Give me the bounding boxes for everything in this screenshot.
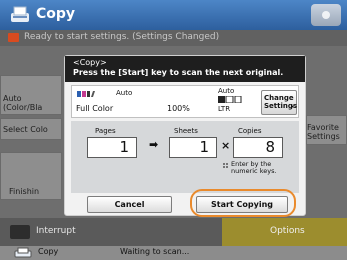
copy-status-icon: [14, 247, 32, 258]
bottom-status-bar: Copy Waiting to scan...: [0, 246, 347, 260]
select-color-tile[interactable]: Select Colo: [0, 118, 62, 140]
copy-app-icon: [11, 6, 29, 22]
counts-panel: Pages 1 ➡ Sheets 1 × Copies 8 Enter by t…: [71, 121, 299, 193]
paper-auto-label: Auto: [218, 87, 235, 95]
copies-label: Copies: [238, 127, 262, 135]
start-copying-highlight: [190, 189, 296, 217]
status-icon: [8, 33, 19, 42]
bottom-app-label: Copy: [38, 247, 59, 256]
sheets-field[interactable]: 1: [169, 137, 217, 158]
dialog-text: Press the [Start] key to scan the next o…: [73, 68, 284, 77]
color-mode-value: Full Color: [76, 104, 114, 113]
status-strip: Ready to start settings. (Settings Chang…: [0, 30, 347, 46]
paper-size-value: LTR: [218, 105, 231, 113]
home-icon: [322, 11, 330, 19]
select-color-label: Select Colo: [3, 125, 48, 134]
copies-field[interactable]: 8: [233, 137, 283, 158]
chevron-right-icon: ▸: [290, 103, 294, 110]
header-bar: Copy: [0, 0, 347, 30]
bottom-status-text: Waiting to scan...: [120, 247, 190, 256]
sheets-label: Sheets: [174, 127, 198, 135]
favorite-settings-tile[interactable]: Favorite Settings: [306, 115, 347, 145]
options-button[interactable]: Options: [222, 218, 347, 246]
color-auto-label: Auto: [116, 89, 133, 97]
arrow-right-icon: ➡: [149, 138, 159, 151]
color-mode-icon: [77, 91, 95, 97]
change-settings-button[interactable]: Change Settings ▸: [261, 90, 297, 115]
dialog-tag: <Copy>: [73, 58, 107, 67]
pages-field[interactable]: 1: [87, 137, 137, 158]
favorite-settings-label: Favorite Settings: [307, 123, 340, 141]
multiply-icon: ×: [221, 139, 231, 152]
change-settings-label: Change Settings: [264, 94, 298, 110]
zoom-value: 100%: [167, 104, 190, 113]
home-button[interactable]: [311, 4, 341, 26]
options-label: Options: [270, 226, 305, 236]
screen: Copy Ready to start settings. (Settings …: [0, 0, 347, 260]
paper-tray-icon: [218, 96, 242, 103]
interrupt-icon: [10, 225, 30, 239]
settings-info-panel: Auto Full Color 100% Auto LTR Change Set…: [71, 85, 299, 118]
status-message: Ready to start settings. (Settings Chang…: [24, 32, 220, 42]
pages-label: Pages: [95, 127, 116, 135]
numeric-keys-hint: Enter by the numeric keys.: [231, 160, 277, 175]
interrupt-label: Interrupt: [36, 226, 76, 236]
finishing-tile[interactable]: Finishin: [0, 152, 62, 200]
finishing-label: Finishin: [9, 187, 40, 196]
color-mode-label: Auto (Color/Bla: [3, 94, 43, 112]
cancel-button[interactable]: Cancel: [87, 196, 172, 213]
app-title: Copy: [36, 6, 76, 22]
color-mode-tile[interactable]: Auto (Color/Bla: [0, 75, 62, 115]
numeric-keys-icon: [223, 163, 228, 168]
dialog-message: <Copy> Press the [Start] key to scan the…: [65, 56, 305, 82]
